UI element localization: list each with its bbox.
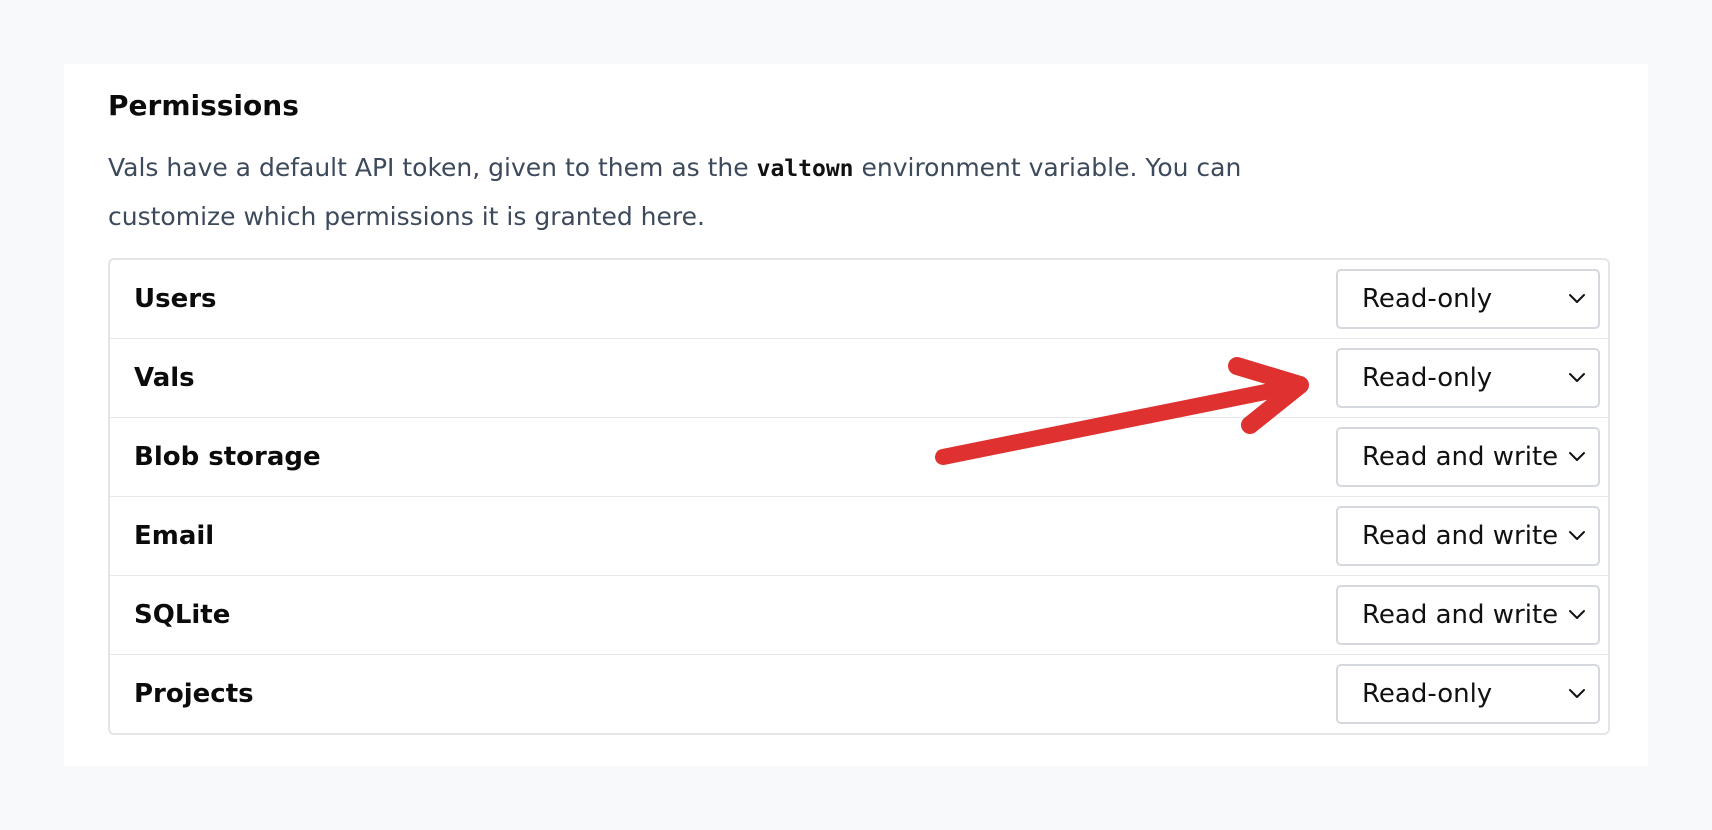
vals-permission-select[interactable]: Read-only — [1336, 348, 1600, 408]
select-value: Read and write — [1362, 521, 1559, 551]
select-value: Read-only — [1362, 363, 1493, 393]
sqlite-permission-select[interactable]: Read and write — [1336, 585, 1600, 645]
chevron-down-icon — [1569, 531, 1585, 540]
permission-row-blob-storage: Blob storage Read and write — [110, 417, 1608, 496]
permission-label: Email — [134, 521, 215, 551]
chevron-down-icon — [1569, 610, 1585, 619]
permissions-card: Permissions Vals have a default API toke… — [64, 64, 1648, 766]
select-value: Read-only — [1362, 679, 1493, 709]
select-value: Read-only — [1362, 284, 1493, 314]
email-permission-select[interactable]: Read and write — [1336, 506, 1600, 566]
users-permission-select[interactable]: Read-only — [1336, 269, 1600, 329]
env-variable-name: valtown — [756, 156, 854, 182]
permissions-table: Users Read-only Vals Read-only Blob stor… — [108, 258, 1610, 735]
permission-row-users: Users Read-only — [110, 260, 1608, 338]
permission-label: SQLite — [134, 600, 231, 630]
permission-row-projects: Projects Read-only — [110, 654, 1608, 733]
permission-label: Users — [134, 284, 217, 314]
section-description: Vals have a default API token, given to … — [108, 144, 1308, 241]
select-value: Read and write — [1362, 442, 1559, 472]
chevron-down-icon — [1569, 689, 1585, 698]
section-title: Permissions — [108, 89, 299, 122]
permission-row-email: Email Read and write — [110, 496, 1608, 575]
blob-storage-permission-select[interactable]: Read and write — [1336, 427, 1600, 487]
projects-permission-select[interactable]: Read-only — [1336, 664, 1600, 724]
description-text-start: Vals have a default API token, given to … — [108, 153, 757, 182]
chevron-down-icon — [1569, 452, 1585, 461]
permission-label: Projects — [134, 679, 254, 709]
select-value: Read and write — [1362, 600, 1559, 630]
permission-label: Vals — [134, 363, 195, 393]
permission-row-sqlite: SQLite Read and write — [110, 575, 1608, 654]
chevron-down-icon — [1569, 294, 1585, 303]
permission-row-vals: Vals Read-only — [110, 338, 1608, 417]
chevron-down-icon — [1569, 373, 1585, 382]
permission-label: Blob storage — [134, 442, 321, 472]
